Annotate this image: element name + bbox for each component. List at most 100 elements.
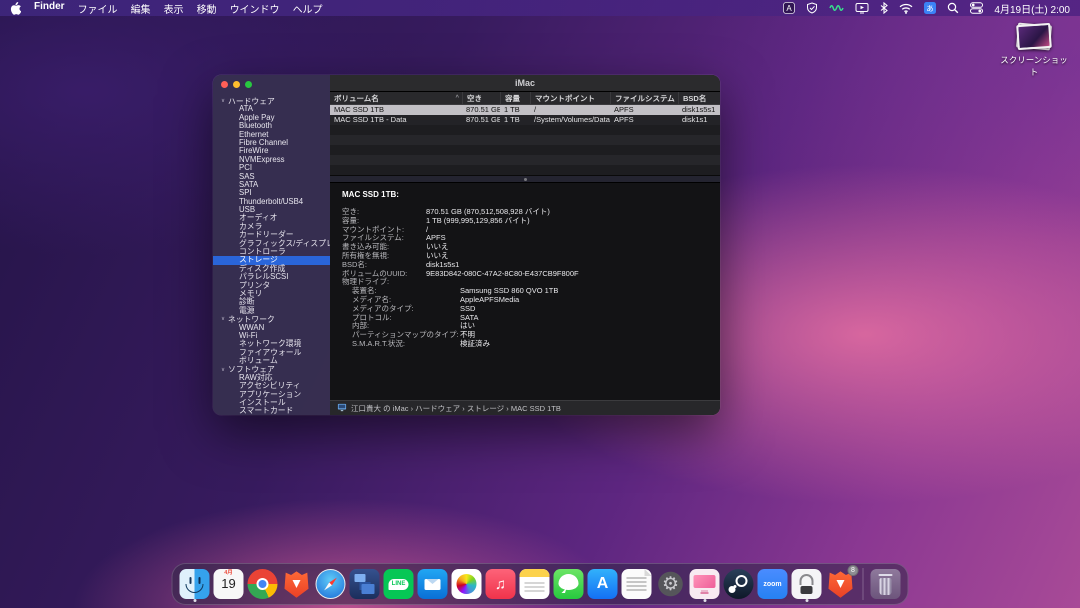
sidebar-item[interactable]: Bluetooth <box>213 122 330 130</box>
menu-item[interactable]: ファイル <box>78 1 118 16</box>
dock-safari[interactable] <box>316 567 346 601</box>
shield-check-icon[interactable] <box>806 2 818 14</box>
steam-icon <box>724 569 754 599</box>
app-menu[interactable]: Finder <box>34 1 65 16</box>
dock-finder[interactable] <box>180 567 210 601</box>
messages-icon <box>554 569 584 599</box>
menu-item[interactable]: 移動 <box>197 1 217 16</box>
sidebar-item[interactable]: Fibre Channel <box>213 139 330 147</box>
line-icon: LINE <box>384 569 414 599</box>
wifi-icon[interactable] <box>899 3 913 14</box>
sidebar-item[interactable]: パラレルSCSI <box>213 273 330 281</box>
dock-mail[interactable] <box>418 567 448 601</box>
detail-row: ファイルシステム:APFS <box>342 234 708 243</box>
bluetooth-icon[interactable] <box>880 2 888 14</box>
detail-value: 9E83D842-080C-47A2-8C80-E437CB9F800F <box>426 270 579 279</box>
ime-icon[interactable]: あ <box>924 2 936 14</box>
dock-photos[interactable] <box>452 567 482 601</box>
line-label: LINE <box>389 579 409 590</box>
sidebar-item[interactable]: 診断 <box>213 298 330 306</box>
input-source-icon[interactable]: A <box>783 2 795 14</box>
cell: disk1s1 <box>678 115 720 125</box>
dock-files[interactable] <box>350 567 380 601</box>
waveform-icon[interactable] <box>829 2 844 14</box>
cell: 1 TB <box>500 115 530 125</box>
cell: disk1s5s1 <box>678 105 720 115</box>
dock-chrome[interactable] <box>248 567 278 601</box>
volume-row[interactable]: MAC SSD 1TB870.51 GB1 TB/APFSdisk1s5s1 <box>330 105 720 115</box>
sidebar-item[interactable]: NVMExpress <box>213 156 330 164</box>
dock-calendar[interactable]: 4月19 <box>214 567 244 601</box>
volume-table-body: MAC SSD 1TB870.51 GB1 TB/APFSdisk1s5s1MA… <box>330 105 720 175</box>
dock-claw[interactable] <box>792 567 822 601</box>
column-header[interactable]: マウントポイント <box>530 92 610 105</box>
sidebar-item[interactable]: PCI <box>213 164 330 172</box>
dock-line[interactable]: LINE <box>384 567 414 601</box>
detail-row: 所有権を無視:いいえ <box>342 252 708 261</box>
volume-row[interactable]: MAC SSD 1TB - Data870.51 GB1 TB/System/V… <box>330 115 720 125</box>
column-header[interactable]: 容量 <box>500 92 530 105</box>
notes-icon <box>520 569 550 599</box>
sidebar-item[interactable]: SAS <box>213 173 330 181</box>
dock-gear[interactable]: ⚙ <box>656 567 686 601</box>
breadcrumb[interactable]: 江口貴大 の iMac › ハードウェア › ストレージ › MAC SSD 1… <box>351 403 561 414</box>
screen-share-icon[interactable] <box>855 2 869 14</box>
dock-zoom[interactable]: zoom <box>758 567 788 601</box>
dock-brave-alt[interactable]: 8 <box>826 567 856 601</box>
menu-item[interactable]: ウインドウ <box>230 1 280 16</box>
sidebar-item[interactable]: スマートカード <box>213 407 330 415</box>
sidebar-item[interactable]: メモリ <box>213 290 330 298</box>
cell: 1 TB <box>500 105 530 115</box>
sidebar-section-ハードウェア[interactable]: ∨ハードウェア <box>213 97 330 105</box>
sidebar-item[interactable]: Thunderbolt/USB4 <box>213 198 330 206</box>
cell: 870.51 GB <box>462 105 500 115</box>
dock-appstore[interactable]: A <box>588 567 618 601</box>
dock-brave[interactable] <box>282 567 312 601</box>
control-center-icon[interactable] <box>970 2 983 14</box>
chevron-down-icon: ∨ <box>221 316 225 322</box>
menu-item[interactable]: 表示 <box>164 1 184 16</box>
textedit-icon <box>622 569 652 599</box>
window-title[interactable]: iMac <box>330 75 720 92</box>
apple-menu-icon[interactable] <box>10 2 21 15</box>
dock-notes[interactable] <box>520 567 550 601</box>
cell: APFS <box>610 115 678 125</box>
running-indicator <box>193 599 196 602</box>
menu-bar-clock[interactable]: 4月19日(土) 2:00 <box>994 1 1070 16</box>
detail-row: プロトコル:SATA <box>342 314 708 323</box>
cell: APFS <box>610 105 678 115</box>
menu-item[interactable]: ヘルプ <box>293 1 323 16</box>
sidebar-item[interactable]: オーディオ <box>213 214 330 222</box>
dock-display[interactable] <box>690 567 720 601</box>
minimize-button[interactable] <box>233 81 240 88</box>
desktop-stack-screenshots[interactable]: スクリーンショット <box>998 24 1070 78</box>
dock-music[interactable]: ♫ <box>486 567 516 601</box>
close-button[interactable] <box>221 81 228 88</box>
sidebar-item[interactable]: プリンタ <box>213 282 330 290</box>
dock-messages[interactable] <box>554 567 584 601</box>
column-header[interactable]: ボリューム名^ <box>330 92 462 105</box>
files-app-icon <box>350 569 380 599</box>
svg-text:あ: あ <box>927 4 935 13</box>
dock-steam[interactable] <box>724 567 754 601</box>
zoom-icon: zoom <box>758 569 788 599</box>
detail-row: メディアのタイプ:SSD <box>342 305 708 314</box>
column-header[interactable]: BSD名 <box>678 92 720 105</box>
column-header[interactable]: 空き <box>462 92 500 105</box>
split-divider-handle[interactable] <box>330 175 720 183</box>
menu-item[interactable]: 編集 <box>131 1 151 16</box>
column-header[interactable]: ファイルシステム <box>610 92 678 105</box>
sidebar-item[interactable]: SATA <box>213 181 330 189</box>
empty-row <box>330 135 720 145</box>
gear-app-icon: ⚙ <box>656 569 686 599</box>
dock-trash[interactable] <box>871 567 901 601</box>
detail-value: 1 TB (999,995,129,856 バイト) <box>426 217 530 226</box>
sidebar: ∨ハードウェアATAApple PayBluetoothEthernetFibr… <box>213 75 330 415</box>
detail-row: 装置名:Samsung SSD 860 QVO 1TB <box>342 287 708 296</box>
zoom-button[interactable] <box>245 81 252 88</box>
dock-textedit[interactable] <box>622 567 652 601</box>
window-controls <box>221 81 252 88</box>
spotlight-icon[interactable] <box>947 2 959 14</box>
details-title: MAC SSD 1TB: <box>342 190 708 199</box>
sidebar-section-ネットワーク[interactable]: ∨ネットワーク <box>213 315 330 323</box>
